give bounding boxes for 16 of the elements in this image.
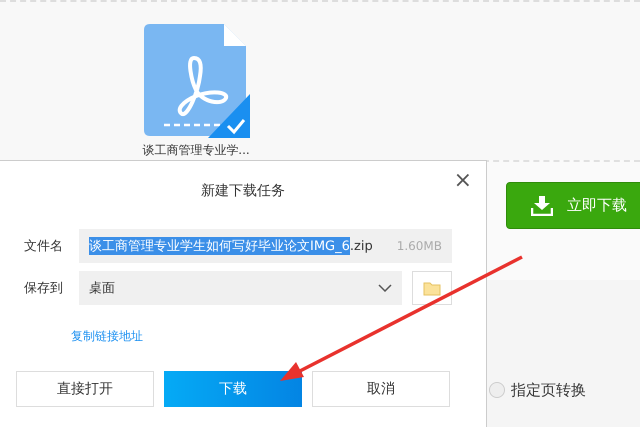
filename-label: 文件名 — [23, 238, 64, 255]
close-button[interactable]: × — [450, 169, 476, 193]
save-to-label: 保存到 — [23, 280, 64, 297]
radio-label: 指定页转换 — [511, 380, 586, 400]
file-size: 1.60MB — [396, 239, 442, 253]
filename-field[interactable]: 谈工商管理专业学生如何写好毕业论文IMG_6.zip 1.60MB — [79, 229, 452, 263]
download-icon — [531, 196, 553, 216]
chevron-down-icon — [378, 284, 392, 292]
save-location-dropdown[interactable]: 桌面 — [79, 271, 402, 305]
dialog-button[interactable]: 直接打开 — [16, 371, 154, 407]
pdf-file-icon[interactable] — [142, 22, 250, 138]
dialog-title: 新建下载任务 — [201, 182, 285, 200]
dialog-button[interactable]: 取消 — [312, 371, 450, 407]
browse-folder-button[interactable] — [412, 271, 452, 305]
radio-button[interactable] — [489, 382, 505, 398]
file-name: 谈工商管理专业学... — [142, 142, 250, 159]
